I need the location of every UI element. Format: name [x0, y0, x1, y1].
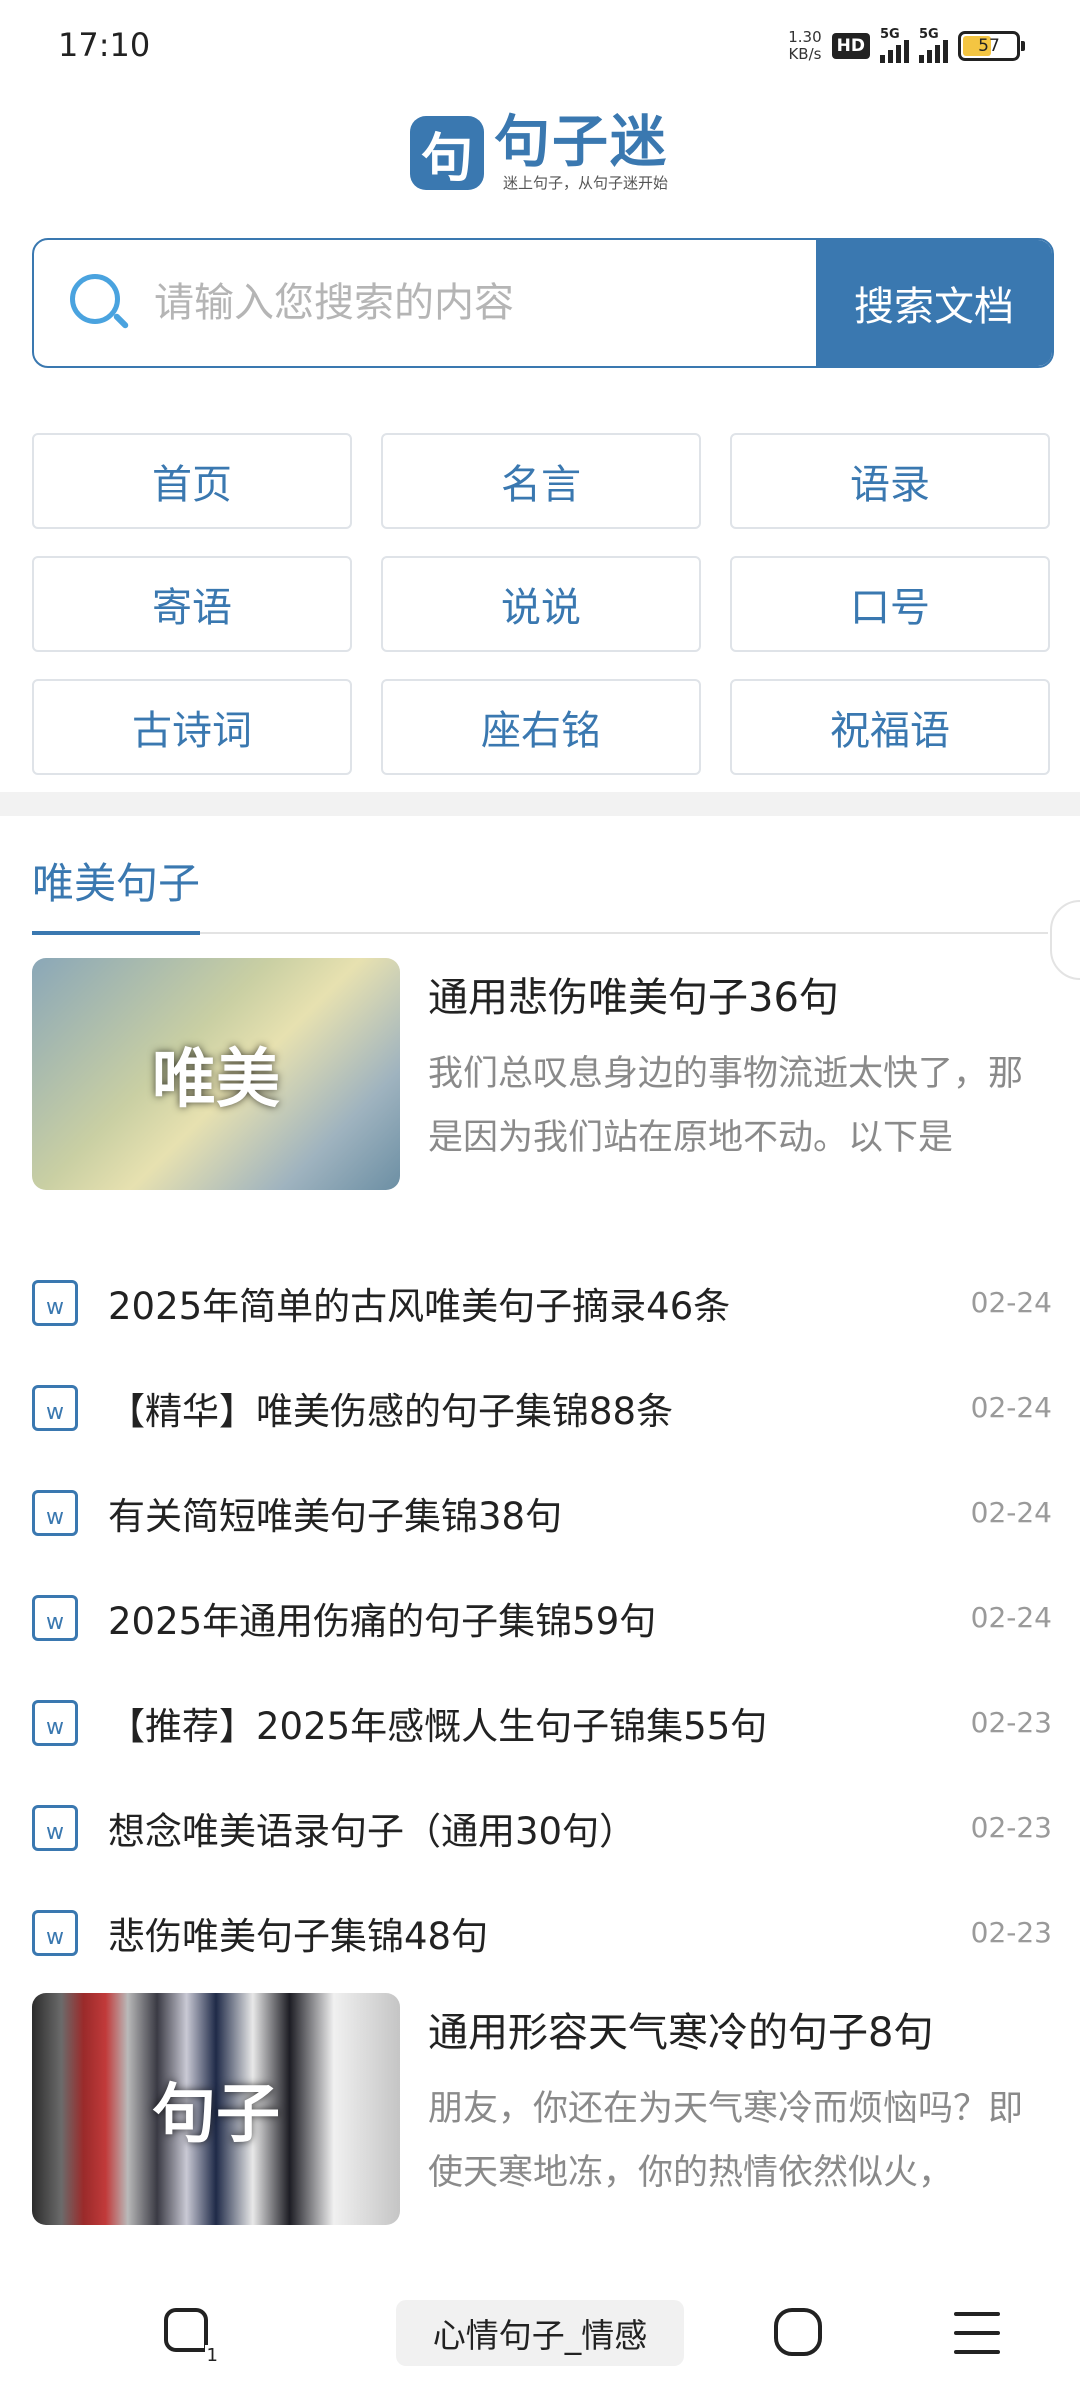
featured-description: 朋友，你还在为天气寒冷而烦恼吗？即使天寒地冻，你的热情依然似火，: [428, 2089, 1024, 2193]
featured-thumbnail[interactable]: 句子: [32, 1993, 400, 2225]
category-quotes[interactable]: 名言: [381, 433, 701, 529]
category-slogans[interactable]: 口号: [730, 556, 1050, 652]
signal-icon: 5G: [880, 27, 909, 63]
search-bar: 搜索文档: [32, 238, 1054, 368]
article-title[interactable]: 2025年通用伤痛的句子集锦59句: [108, 1591, 962, 1645]
logo-title: 句子迷: [494, 110, 668, 175]
featured-title[interactable]: 通用形容天气寒冷的句子8句: [428, 2005, 1052, 2061]
hd-voice-icon: HD: [831, 33, 870, 59]
document-icon: w: [32, 1804, 78, 1851]
battery-percent: 57: [978, 36, 1000, 56]
site-logo[interactable]: 句 句子迷 迷上句子，从句子迷开始: [410, 108, 668, 198]
document-icon: w: [32, 1489, 78, 1536]
list-item[interactable]: w 想念唯美语录句子（通用30句） 02-23: [32, 1775, 1052, 1880]
logo-mark-icon: 句: [410, 116, 484, 190]
article-date: 02-23: [970, 1706, 1052, 1739]
category-home[interactable]: 首页: [32, 433, 352, 529]
section-header: 唯美句子: [32, 850, 1080, 935]
menu-icon[interactable]: [954, 2312, 1000, 2354]
page-title-pill[interactable]: 心情句子_情感: [396, 2300, 684, 2366]
article-list: w 2025年简单的古风唯美句子摘录46条 02-24 w 【精华】唯美伤感的句…: [32, 1250, 1052, 1985]
document-icon: w: [32, 1594, 78, 1641]
category-blessings[interactable]: 祝福语: [730, 679, 1050, 775]
list-item[interactable]: w 悲伤唯美句子集锦48句 02-23: [32, 1880, 1052, 1985]
list-item[interactable]: w 【推荐】2025年感慨人生句子锦集55句 02-23: [32, 1670, 1052, 1775]
document-icon: w: [32, 1699, 78, 1746]
search-input[interactable]: [154, 280, 754, 326]
article-title[interactable]: 2025年简单的古风唯美句子摘录46条: [108, 1276, 962, 1330]
browser-toolbar: 1 心情句子_情感: [0, 2270, 1080, 2400]
list-item[interactable]: w 【精华】唯美伤感的句子集锦88条 02-24: [32, 1355, 1052, 1460]
category-shuoshuo[interactable]: 说说: [381, 556, 701, 652]
search-field[interactable]: [34, 240, 816, 366]
status-icons: 1.30 KB/s HD 5G 5G 57: [788, 24, 1025, 68]
list-item[interactable]: w 2025年通用伤痛的句子集锦59句 02-24: [32, 1565, 1052, 1670]
article-title[interactable]: 悲伤唯美句子集锦48句: [108, 1906, 962, 1960]
article-title[interactable]: 想念唯美语录句子（通用30句）: [108, 1801, 962, 1855]
category-poems[interactable]: 古诗词: [32, 679, 352, 775]
article-date: 02-24: [970, 1286, 1052, 1319]
list-item[interactable]: w 有关简短唯美句子集锦38句 02-24: [32, 1460, 1052, 1565]
article-date: 02-24: [970, 1496, 1052, 1529]
list-item[interactable]: w 2025年简单的古风唯美句子摘录46条 02-24: [32, 1250, 1052, 1355]
article-date: 02-23: [970, 1916, 1052, 1949]
status-bar: 17:10 1.30 KB/s HD 5G 5G 57: [0, 0, 1080, 90]
battery-icon: 57: [958, 31, 1025, 61]
signal-icon: 5G: [919, 27, 948, 63]
thumbnail-text: 唯美: [152, 1043, 280, 1117]
featured-description: 我们总叹息身边的事物流逝太快了，那是因为我们站在原地不动。以下是: [428, 1054, 1024, 1158]
featured-title[interactable]: 通用悲伤唯美句子36句: [428, 970, 1052, 1026]
status-time: 17:10: [58, 26, 151, 64]
article-date: 02-24: [970, 1601, 1052, 1634]
article-title[interactable]: 【精华】唯美伤感的句子集锦88条: [108, 1381, 962, 1435]
tabs-icon[interactable]: 1: [164, 2308, 220, 2366]
featured-article[interactable]: 唯美 通用悲伤唯美句子36句 我们总叹息身边的事物流逝太快了，那是因为我们站在原…: [32, 958, 1052, 1190]
featured-article[interactable]: 句子 通用形容天气寒冷的句子8句 朋友，你还在为天气寒冷而烦恼吗？即使天寒地冻，…: [32, 1993, 1052, 2225]
section-divider: [0, 792, 1080, 816]
article-date: 02-24: [970, 1391, 1052, 1424]
home-icon[interactable]: [774, 2308, 822, 2358]
network-speed: 1.30 KB/s: [788, 28, 822, 63]
document-icon: w: [32, 1909, 78, 1956]
category-messages[interactable]: 寄语: [32, 556, 352, 652]
article-title[interactable]: 【推荐】2025年感慨人生句子锦集55句: [108, 1696, 962, 1750]
section-title[interactable]: 唯美句子: [32, 850, 201, 935]
thumbnail-text: 句子: [152, 2078, 280, 2152]
document-icon: w: [32, 1384, 78, 1431]
search-button[interactable]: 搜索文档: [816, 240, 1052, 366]
category-sayings[interactable]: 语录: [730, 433, 1050, 529]
side-handle[interactable]: [1050, 900, 1080, 980]
document-icon: w: [32, 1279, 78, 1326]
search-icon: [70, 274, 130, 332]
article-title[interactable]: 有关简短唯美句子集锦38句: [108, 1486, 962, 1540]
article-date: 02-23: [970, 1811, 1052, 1844]
tab-count: 1: [204, 2345, 220, 2366]
logo-slogan: 迷上句子，从句子迷开始: [502, 174, 668, 192]
featured-thumbnail[interactable]: 唯美: [32, 958, 400, 1190]
category-mottos[interactable]: 座右铭: [381, 679, 701, 775]
category-grid: 首页 名言 语录 寄语 说说 口号 古诗词 座右铭 祝福语: [32, 433, 1050, 775]
